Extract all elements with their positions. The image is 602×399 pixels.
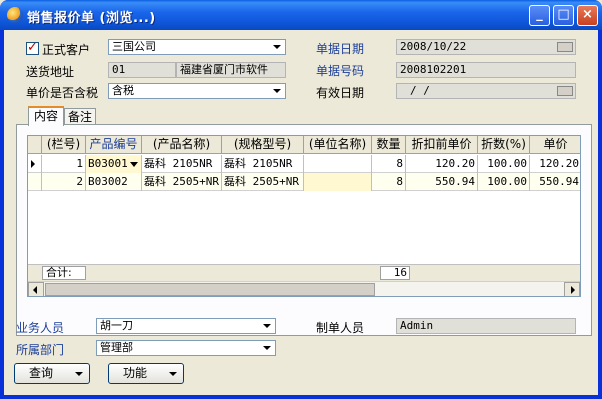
col-header-price-before[interactable]: 折扣前单价 [406,136,478,154]
calendar-icon[interactable] [557,42,573,52]
cell-discount[interactable]: 100.00 [478,173,530,191]
scroll-right-button[interactable] [564,282,580,296]
row-selector[interactable] [28,155,42,173]
minimize-icon: _ [536,7,543,22]
doc-date-field[interactable]: 2008/10/22 [396,39,576,55]
cell-discount[interactable]: 100.00 [478,155,530,173]
customer-combo[interactable]: 三国公司 [108,39,286,55]
chevron-left-icon [33,286,37,294]
cell-qty[interactable]: 8 [372,173,406,191]
dept-combo[interactable]: 管理部 [96,340,276,356]
valid-date-field[interactable]: / / [396,83,576,99]
doc-no-field[interactable]: 2008102201 [396,62,576,78]
scroll-thumb[interactable] [45,283,375,296]
cell-price[interactable]: 120.20 [530,155,580,173]
form-body: 正式客户 三国公司 单据日期 2008/10/22 送货地址 01 福建省厦门市… [4,30,598,395]
customer-type-label: 正式客户 [42,43,91,57]
valid-date-value: / / [410,84,430,97]
maker-field[interactable]: Admin [396,318,576,334]
col-header-product-name[interactable]: (产品名称) [142,136,222,154]
close-button[interactable]: × [577,5,598,26]
col-header-spec[interactable]: (规格型号) [222,136,304,154]
salesperson-value: 胡一刀 [100,319,133,332]
chevron-down-icon[interactable] [270,41,284,53]
salesperson-combo[interactable]: 胡一刀 [96,318,276,334]
ship-addr-label: 送货地址 [26,65,75,79]
col-header-product-code[interactable]: 产品编号 [86,136,142,154]
tax-value: 含税 [112,84,134,97]
chevron-down-icon [169,372,177,376]
scroll-left-button[interactable] [28,282,44,296]
tax-combo[interactable]: 含税 [108,83,286,99]
chevron-down-icon[interactable] [260,342,274,354]
cell-product-code-value: B03001 [88,157,128,170]
cell-price-before[interactable]: 120.20 [406,155,478,173]
dept-label: 所属部门 [16,343,65,357]
cell-product-name[interactable]: 磊科 2105NR [142,155,222,173]
cell-row-no[interactable]: 1 [42,155,86,173]
chevron-down-icon[interactable] [270,85,284,97]
query-button[interactable]: 查询 [14,363,90,384]
chevron-right-icon [571,286,575,294]
footer-total-label: 合计: [42,266,86,280]
customer-value: 三国公司 [112,40,156,53]
doc-date-value: 2008/10/22 [400,40,467,53]
cell-spec[interactable]: 磊科 2105NR [222,155,304,173]
minimize-button[interactable]: _ [529,5,550,26]
maximize-icon: □ [557,7,570,22]
window-title: 销售报价单 (浏览...) [27,11,156,26]
title-bar[interactable]: 销售报价单 (浏览...) _ □ × [0,0,602,30]
doc-no-label: 单据号码 [316,64,365,78]
cell-product-code[interactable]: B03001 [86,155,142,173]
valid-date-label: 有效日期 [316,86,365,100]
row-selector-header [28,136,42,154]
close-icon: × [582,7,593,22]
cell-price-before[interactable]: 550.94 [406,173,478,191]
function-button[interactable]: 功能 [108,363,184,384]
cell-spec[interactable]: 磊科 2505+NR [222,173,304,191]
col-header-qty[interactable]: 数量 [372,136,406,154]
cell-row-no[interactable]: 2 [42,173,86,191]
maximize-button[interactable]: □ [553,5,574,26]
items-grid[interactable]: (栏号) 产品编号 (产品名称) (规格型号) (单位名称) 数量 折扣前单价 … [27,135,581,297]
tab-panel-content: (栏号) 产品编号 (产品名称) (规格型号) (单位名称) 数量 折扣前单价 … [16,124,592,336]
calendar-icon[interactable] [557,86,573,96]
grid-header: (栏号) 产品编号 (产品名称) (规格型号) (单位名称) 数量 折扣前单价 … [28,136,580,154]
app-icon [7,7,23,23]
cell-qty[interactable]: 8 [372,155,406,173]
chevron-down-icon[interactable] [130,162,138,167]
query-button-label: 查询 [29,366,54,380]
window: 销售报价单 (浏览...) _ □ × 正式客户 三国公司 单据日期 2008/… [0,0,602,399]
official-customer-checkbox[interactable] [26,40,39,55]
chevron-down-icon[interactable] [260,320,274,332]
cell-product-name[interactable]: 磊科 2505+NR [142,173,222,191]
table-row[interactable]: 2 B03002 磊科 2505+NR 磊科 2505+NR 8 550.94 … [28,173,580,191]
col-header-unit[interactable]: (单位名称) [304,136,372,154]
ship-addr-field[interactable]: 福建省厦门市软件 [176,62,286,78]
current-row-icon [31,160,35,168]
cell-unit[interactable] [304,173,372,191]
chevron-down-icon [75,372,83,376]
cell-unit[interactable] [304,155,372,173]
cell-price[interactable]: 550.94 [530,173,580,191]
table-row[interactable]: 1 B03001 磊科 2105NR 磊科 2105NR 8 120.20 10… [28,155,580,173]
salesperson-label: 业务人员 [16,321,65,335]
function-button-label: 功能 [123,366,148,380]
horizontal-scrollbar[interactable] [28,281,580,296]
ship-addr-code-field[interactable]: 01 [108,62,176,78]
dept-value: 管理部 [100,341,133,354]
tab-content[interactable]: 内容 [28,106,64,126]
tax-label: 单价是否含税 [26,86,99,100]
cell-product-code[interactable]: B03002 [86,173,142,191]
maker-label: 制单人员 [316,321,365,335]
col-header-discount[interactable]: 折数(%) [478,136,530,154]
doc-date-label: 单据日期 [316,42,365,56]
col-header-price[interactable]: 单价 [530,136,580,154]
footer-qty-total: 16 [380,266,410,280]
col-header-row-no[interactable]: (栏号) [42,136,86,154]
grid-footer: 合计: 16 [28,264,580,281]
row-selector[interactable] [28,173,42,191]
